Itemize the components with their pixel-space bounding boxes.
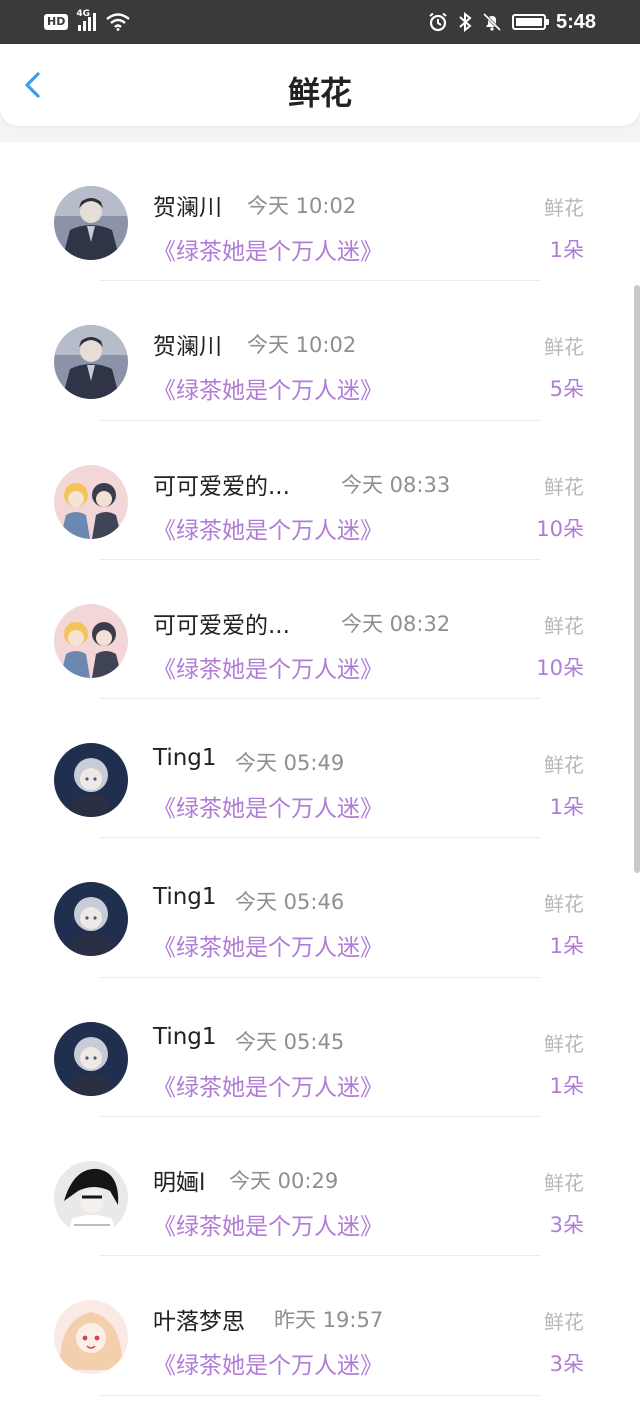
avatar[interactable] (54, 325, 128, 400)
gift-count: 10朵 (536, 516, 584, 541)
gift-time: 昨天 19:57 (274, 1308, 384, 1333)
book-title[interactable]: 《绿茶她是个万人迷》 (153, 1207, 383, 1241)
gift-type: 鲜花 (544, 1031, 584, 1056)
gift-type: 鲜花 (544, 753, 584, 778)
book-title[interactable]: 《绿茶她是个万人迷》 (153, 511, 383, 545)
status-bar: HD 4G 5:48 (0, 0, 640, 44)
gift-type: 鲜花 (544, 1171, 584, 1196)
sender-name: Ting1 (153, 745, 217, 772)
gift-type: 鲜花 (544, 196, 584, 220)
mute-icon (482, 12, 502, 32)
gift-type: 鲜花 (544, 1310, 584, 1335)
bluetooth-icon (458, 12, 472, 32)
list-item[interactable]: Ting1 今天 05:45 《绿茶她是个万人迷》 鲜花 1朵 (0, 978, 640, 1118)
list-item[interactable]: 明婳l 今天 00:29 《绿茶她是个万人迷》 鲜花 3朵 (0, 1117, 640, 1257)
gift-time: 今天 05:49 (235, 751, 345, 776)
list-item[interactable]: 可可爱爱的... 今天 08:32 《绿茶她是个万人迷》 鲜花 10朵 (0, 560, 640, 700)
gift-time: 今天 00:29 (229, 1169, 339, 1194)
gift-type: 鲜花 (544, 892, 584, 917)
gift-count: 1朵 (549, 1073, 584, 1098)
avatar[interactable] (54, 882, 128, 957)
gift-count: 10朵 (536, 655, 584, 680)
header: 鲜花 (0, 44, 640, 126)
sender-name: 叶落梦思 (153, 1309, 245, 1336)
status-right: 5:48 (428, 11, 596, 34)
network-type: 4G (76, 9, 90, 19)
gift-count: 3朵 (549, 1352, 584, 1377)
book-title[interactable]: 《绿茶她是个万人迷》 (153, 1068, 383, 1102)
book-title[interactable]: 《绿茶她是个万人迷》 (153, 1346, 383, 1380)
wifi-icon (106, 13, 131, 31)
gift-time: 今天 05:45 (235, 1029, 345, 1054)
sender-name: Ting1 (153, 884, 217, 911)
gift-time: 今天 10:02 (247, 194, 357, 218)
gift-list[interactable]: 贺澜川 今天 10:02 《绿茶她是个万人迷》 鲜花 1朵 贺澜川 今天 10:… (0, 142, 640, 1422)
gift-type: 鲜花 (544, 335, 584, 360)
list-item[interactable]: 贺澜川 今天 10:02 《绿茶她是个万人迷》 鲜花 1朵 (0, 142, 640, 282)
sender-name: 明婳l (153, 1170, 206, 1197)
book-title[interactable]: 《绿茶她是个万人迷》 (153, 371, 383, 405)
list-item[interactable]: Ting1 今天 05:49 《绿茶她是个万人迷》 鲜花 1朵 (0, 699, 640, 839)
sender-name: 可可爱爱的... (153, 612, 290, 639)
sender-name: 可可爱爱的... (153, 473, 290, 500)
list-item[interactable]: 可可爱爱的... 今天 08:33 《绿茶她是个万人迷》 鲜花 10朵 (0, 421, 640, 560)
book-title[interactable]: 《绿茶她是个万人迷》 (153, 789, 383, 823)
gift-type: 鲜花 (544, 474, 584, 499)
status-left: HD 4G (44, 9, 131, 31)
list-item[interactable]: 叶落梦思 昨天 19:57 《绿茶她是个万人迷》 鲜花 3朵 (0, 1256, 640, 1396)
sender-name: Ting1 (153, 1023, 217, 1050)
gift-time: 今天 10:02 (247, 333, 357, 358)
gift-count: 1朵 (549, 238, 584, 262)
gift-time: 今天 05:46 (235, 890, 345, 915)
gift-count: 1朵 (549, 795, 584, 820)
avatar[interactable] (54, 1300, 128, 1375)
hd-badge: HD (44, 14, 69, 30)
gift-count: 3朵 (549, 1213, 584, 1238)
avatar[interactable] (54, 1161, 128, 1236)
alarm-icon (428, 12, 448, 32)
gift-type: 鲜花 (544, 613, 584, 638)
book-title[interactable]: 《绿茶她是个万人迷》 (153, 928, 383, 962)
avatar[interactable] (54, 464, 128, 539)
list-item[interactable]: 贺澜川 今天 10:02 《绿茶她是个万人迷》 鲜花 5朵 (0, 281, 640, 421)
signal-icon: 4G (76, 9, 97, 31)
avatar[interactable] (54, 186, 128, 260)
book-title[interactable]: 《绿茶她是个万人迷》 (153, 232, 383, 266)
avatar[interactable] (54, 743, 128, 818)
battery-charging-icon (511, 14, 549, 30)
list-item[interactable]: Ting1 今天 05:46 《绿茶她是个万人迷》 鲜花 1朵 (0, 838, 640, 978)
gift-time: 今天 08:32 (341, 611, 451, 636)
book-title[interactable]: 《绿茶她是个万人迷》 (153, 650, 383, 684)
gift-count: 1朵 (549, 934, 584, 959)
scrollbar[interactable] (634, 285, 640, 873)
sender-name: 贺澜川 (153, 334, 222, 361)
page-title: 鲜花 (287, 74, 352, 112)
clock: 5:48 (555, 10, 596, 33)
gift-count: 5朵 (549, 377, 584, 402)
gift-time: 今天 08:33 (341, 472, 451, 497)
divider (100, 1394, 540, 1396)
avatar[interactable] (54, 1021, 128, 1096)
sender-name: 贺澜川 (153, 195, 222, 221)
avatar[interactable] (54, 603, 128, 678)
